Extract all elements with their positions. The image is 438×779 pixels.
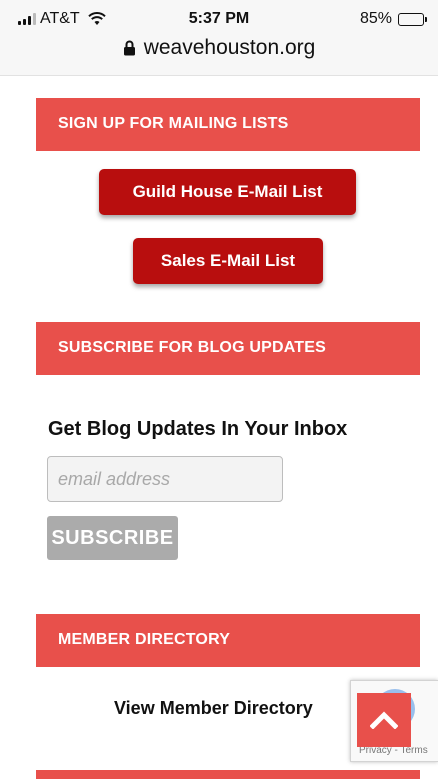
- blog-updates-heading: Get Blog Updates In Your Inbox: [48, 418, 348, 440]
- lock-icon: [123, 40, 135, 56]
- browser-status-bar: AT&T 5:37 PM 85% weavehouston.org: [0, 0, 438, 76]
- battery-icon: [398, 12, 427, 26]
- section-header-mailing-lists: SIGN UP FOR MAILING LISTS: [36, 98, 420, 151]
- chevron-up-icon: [370, 711, 398, 729]
- next-section-header: [36, 770, 420, 779]
- email-address-input[interactable]: [47, 456, 283, 502]
- section-title: SUBSCRIBE FOR BLOG UPDATES: [58, 339, 327, 356]
- url-text: weavehouston.org: [143, 36, 316, 59]
- battery-indicator: 85%: [359, 10, 427, 28]
- battery-percent: 85%: [359, 10, 392, 27]
- section-header-blog-updates: SUBSCRIBE FOR BLOG UPDATES: [36, 322, 420, 375]
- section-title: MEMBER DIRECTORY: [58, 631, 231, 648]
- guild-house-email-list-button[interactable]: Guild House E-Mail List: [99, 169, 356, 215]
- subscribe-button[interactable]: SUBSCRIBE: [47, 516, 178, 560]
- sales-email-list-button[interactable]: Sales E-Mail List: [133, 238, 323, 284]
- back-to-top-button[interactable]: [357, 693, 411, 747]
- view-member-directory-link[interactable]: View Member Directory: [114, 698, 313, 719]
- section-title: SIGN UP FOR MAILING LISTS: [58, 115, 289, 132]
- section-header-member-directory: MEMBER DIRECTORY: [36, 614, 420, 667]
- url-bar[interactable]: weavehouston.org: [0, 36, 438, 60]
